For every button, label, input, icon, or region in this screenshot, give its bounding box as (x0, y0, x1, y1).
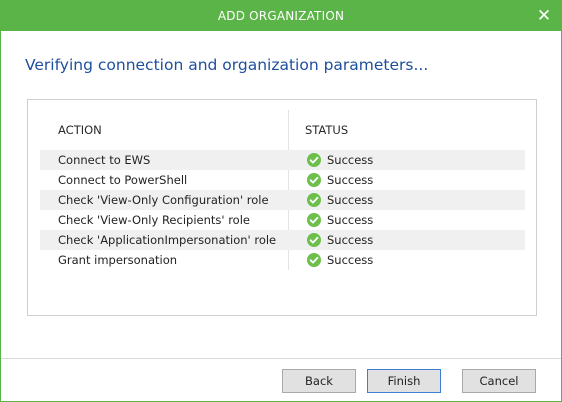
row-status: Success (307, 150, 373, 170)
back-button[interactable]: Back (282, 369, 356, 393)
results-table: Connect to EWS Success Connect to PowerS… (40, 150, 525, 270)
status-text: Success (327, 173, 374, 187)
row-action: Check 'View-Only Configuration' role (58, 193, 269, 207)
row-action: Grant impersonation (58, 253, 178, 267)
status-text: Success (327, 193, 374, 207)
row-status: Success (307, 210, 373, 230)
dialog-title: ADD ORGANIZATION (217, 9, 345, 23)
title-bar: ADD ORGANIZATION ✕ (1, 1, 561, 31)
check-circle-icon (307, 253, 321, 267)
row-status: Success (307, 190, 373, 210)
column-header-status: STATUS (305, 123, 349, 137)
finish-button[interactable]: Finish (367, 369, 441, 393)
row-status: Success (307, 170, 373, 190)
add-organization-dialog: ADD ORGANIZATION ✕ Verifying connection … (0, 0, 562, 402)
status-text: Success (327, 153, 374, 167)
table-row: Connect to PowerShell Success (40, 170, 525, 190)
check-circle-icon (307, 173, 321, 187)
table-row: Check 'ApplicationImpersonation' role Su… (40, 230, 525, 250)
status-text: Success (327, 213, 374, 227)
page-heading: Verifying connection and organization pa… (25, 56, 429, 74)
table-row: Connect to EWS Success (40, 150, 525, 170)
row-action: Connect to EWS (58, 153, 151, 167)
row-action: Check 'View-Only Recipients' role (58, 213, 250, 227)
table-row: Check 'View-Only Recipients' role Succes… (40, 210, 525, 230)
table-row: Check 'View-Only Configuration' role Suc… (40, 190, 525, 210)
cancel-button[interactable]: Cancel (462, 369, 536, 393)
check-circle-icon (307, 193, 321, 207)
row-status: Success (307, 230, 373, 250)
row-action: Connect to PowerShell (58, 173, 188, 187)
check-circle-icon (307, 233, 321, 247)
close-button[interactable]: ✕ (527, 1, 561, 31)
row-action: Check 'ApplicationImpersonation' role (58, 233, 277, 247)
column-header-action: ACTION (58, 123, 102, 137)
footer-divider (1, 358, 561, 359)
row-status: Success (307, 250, 373, 270)
status-text: Success (327, 233, 374, 247)
check-circle-icon (307, 153, 321, 167)
check-circle-icon (307, 213, 321, 227)
status-text: Success (327, 253, 374, 267)
results-panel: ACTION STATUS Connect to EWS Success Con… (27, 99, 537, 316)
table-row: Grant impersonation Success (40, 250, 525, 270)
